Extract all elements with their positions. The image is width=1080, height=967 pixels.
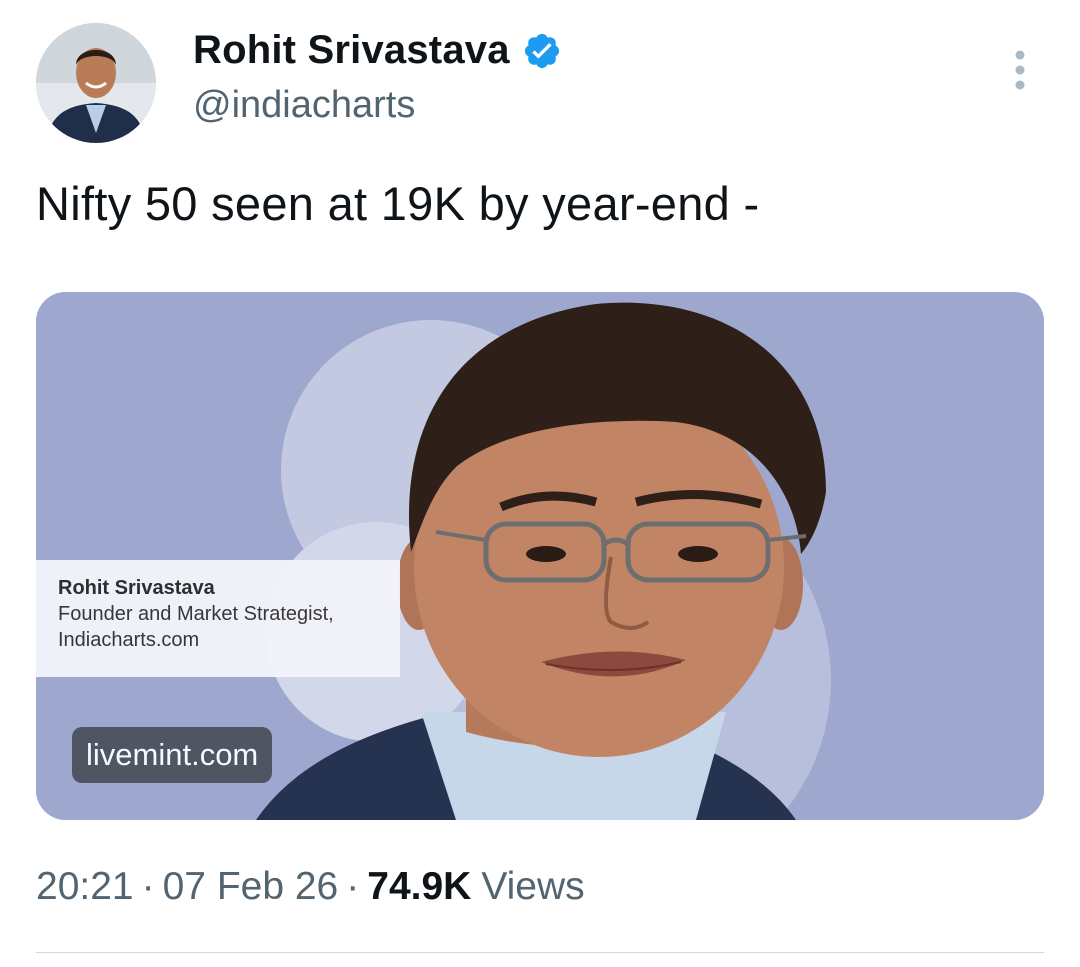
- meta-separator: ·: [346, 865, 360, 908]
- card-caption: Rohit Srivastava Founder and Market Stra…: [36, 560, 400, 677]
- tweet-text: Nifty 50 seen at 19K by year-end -: [36, 177, 760, 230]
- tweet-time[interactable]: 20:21: [36, 865, 134, 909]
- more-vertical-icon[interactable]: [1005, 48, 1035, 92]
- verified-badge-icon: [524, 33, 559, 68]
- caption-role: Founder and Market Strategist,: [58, 603, 334, 625]
- views-label[interactable]: Views: [481, 865, 584, 909]
- author-name[interactable]: Rohit Srivastava: [193, 28, 510, 73]
- author-name-row[interactable]: Rohit Srivastava: [193, 28, 562, 73]
- avatar-photo: [36, 23, 156, 143]
- caption-name: Rohit Srivastava: [58, 577, 215, 599]
- media-card[interactable]: Rohit Srivastava Founder and Market Stra…: [36, 292, 1044, 820]
- meta-separator: ·: [141, 865, 155, 908]
- author-avatar[interactable]: [36, 23, 156, 143]
- divider: [36, 952, 1044, 953]
- card-source-badge[interactable]: livemint.com: [72, 727, 273, 783]
- caption-site: Indiacharts.com: [58, 629, 200, 651]
- tweet-meta: 20:21 · 07 Feb 26 · 74.9K Views: [36, 865, 585, 909]
- author-handle[interactable]: @indiacharts: [193, 84, 415, 127]
- tweet-date[interactable]: 07 Feb 26: [163, 865, 339, 909]
- views-count[interactable]: 74.9K: [367, 865, 471, 909]
